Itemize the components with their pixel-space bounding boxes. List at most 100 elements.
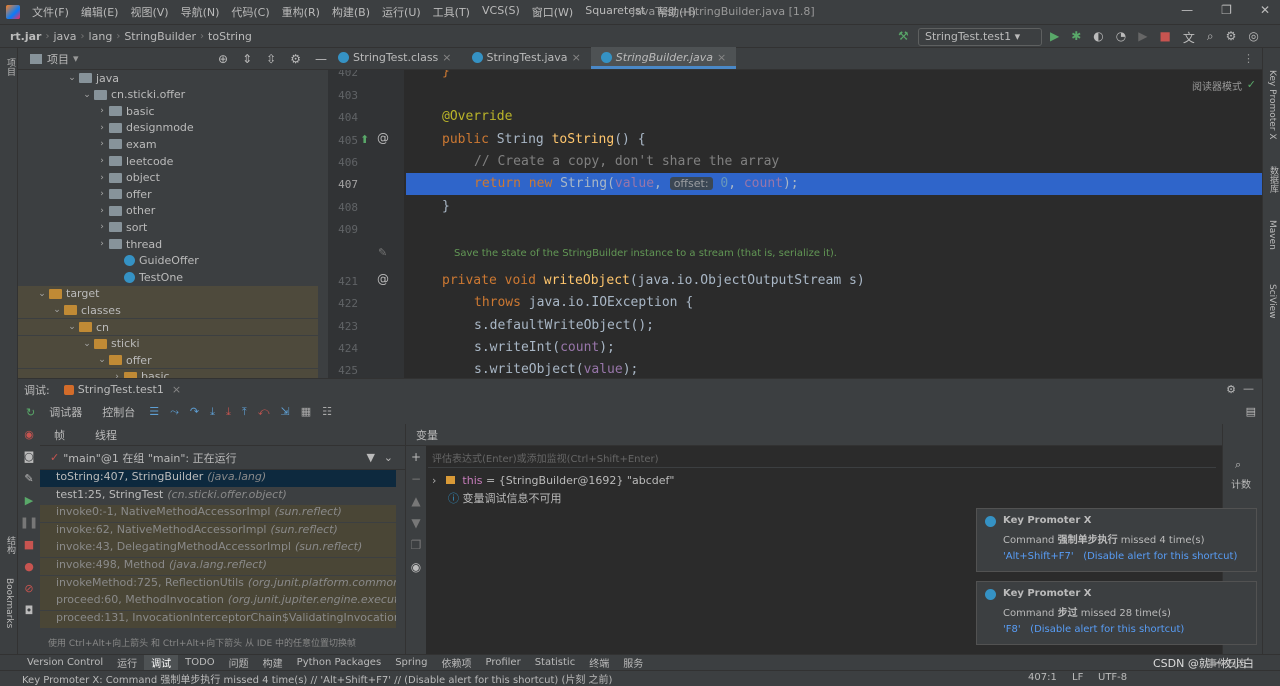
tree-item[interactable]: › sort [18, 219, 318, 235]
tree-item[interactable]: › offer [18, 186, 318, 202]
tree-item[interactable]: › basic [18, 368, 318, 378]
menu-item-4[interactable]: 代码(C) [225, 4, 275, 20]
stack-frame[interactable]: proceed:131, InvocationInterceptorChain$… [40, 610, 396, 628]
chevron-down-icon[interactable]: ⌄ [82, 339, 92, 349]
filter-icon[interactable]: ▼ [367, 451, 375, 464]
step-out-icon[interactable]: ⤒ [242, 405, 247, 419]
stack-frame[interactable]: invoke:62, NativeMethodAccessorImpl (sun.… [40, 522, 396, 540]
tool-sciview[interactable]: SciView [1267, 284, 1277, 319]
status-line-sep[interactable]: LF [1072, 672, 1083, 683]
chevron-right-icon[interactable]: › [97, 156, 107, 166]
restore-icon[interactable]: ❐ [1221, 3, 1232, 17]
tree-item[interactable]: TestOne [18, 269, 318, 285]
tab-debugger[interactable]: 调试器 [49, 404, 82, 420]
chevron-down-icon[interactable]: ⌄ [97, 355, 107, 365]
bottom-tool-3[interactable]: TODO [178, 657, 222, 668]
bottom-tool-11[interactable]: 终端 [582, 655, 616, 670]
jetbrains-icon[interactable]: ◎ [1248, 29, 1258, 46]
tree-item[interactable]: › object [18, 170, 318, 186]
override-icon[interactable]: ⬆ [360, 133, 369, 146]
bottom-tool-0[interactable]: Version Control [20, 657, 110, 668]
drop-frame-icon[interactable]: ⤺ [258, 405, 270, 419]
thread-selector[interactable]: ✓ "main"@1 在组 "main": 正在运行 ▼ ⌄ [40, 446, 405, 470]
bottom-tool-2[interactable]: 调试 [144, 655, 179, 670]
translate-icon[interactable]: 文 [1183, 29, 1195, 46]
chevron-right-icon[interactable]: › [97, 206, 107, 216]
bottom-tool-10[interactable]: Statistic [528, 657, 583, 668]
tree-item[interactable]: ⌄ java [18, 70, 318, 86]
tree-item[interactable]: ⌄ cn.sticki.offer [18, 87, 318, 103]
bottom-tool-4[interactable]: 问题 [222, 655, 256, 670]
var-this-row[interactable]: › this = {StringBuilder@1692} "abcdef" [432, 474, 674, 487]
bottom-tool-9[interactable]: Profiler [478, 657, 527, 668]
editor-tab[interactable]: StringTest.class × [328, 47, 462, 69]
chevron-down-icon[interactable]: ⌄ [82, 90, 92, 100]
project-title[interactable]: 项目 [47, 51, 69, 67]
bottom-tool-7[interactable]: Spring [388, 657, 434, 668]
menu-item-2[interactable]: 视图(V) [124, 4, 174, 20]
chevron-down-icon[interactable]: ▾ [73, 52, 79, 65]
code-editor[interactable]: 402 403 404 405 406 407 408 409 421 422 423 424 425 … [328, 70, 1262, 378]
stack-frame[interactable]: proceed:60, MethodInvocation (org.junit.j… [40, 593, 396, 611]
gear-icon[interactable]: ⚙ [1226, 383, 1236, 396]
menu-item-0[interactable]: 文件(F) [26, 4, 75, 20]
chevron-right-icon[interactable]: › [97, 222, 107, 232]
menu-item-3[interactable]: 导航(N) [175, 4, 226, 20]
chevron-right-icon[interactable]: › [432, 474, 436, 487]
editor-tab[interactable]: StringBuilder.java × [590, 47, 737, 69]
coverage-icon[interactable]: ◐ [1093, 29, 1103, 46]
run-to-cursor-icon[interactable]: ⇲ [281, 405, 290, 419]
expand-all-icon[interactable]: ⇕ [242, 52, 252, 66]
menu-item-6[interactable]: 构建(B) [326, 4, 376, 20]
event-log[interactable]: 事件日志 [1207, 655, 1247, 670]
rerun-icon[interactable]: ↻ [26, 406, 35, 419]
chevron-right-icon[interactable]: › [97, 189, 107, 199]
rerun-failed-icon[interactable]: ◉ [24, 428, 34, 441]
stack-frame[interactable]: invoke0:-1, NativeMethodAccessorImpl (sun… [40, 505, 396, 523]
chevron-down-icon[interactable]: ⌄ [67, 322, 77, 332]
menu-item-10[interactable]: 窗口(W) [526, 4, 579, 20]
wrench-icon[interactable]: ✎ [24, 472, 33, 485]
tab-frames[interactable]: 帧 [54, 427, 65, 443]
status-encoding[interactable]: UTF-8 [1098, 672, 1127, 683]
bottom-tool-8[interactable]: 依赖项 [434, 655, 478, 670]
tree-item[interactable]: › thread [18, 236, 318, 252]
profile-icon[interactable]: ◔ [1116, 29, 1126, 46]
pause-icon[interactable]: ❚❚ [20, 516, 38, 529]
locate-icon[interactable]: ⊕ [218, 52, 228, 66]
add-watch-icon[interactable]: + [411, 450, 421, 464]
camera-icon[interactable]: ◙ [24, 450, 35, 463]
status-message[interactable]: Key Promoter X: Command 强制单步执行 missed 4 … [22, 671, 612, 686]
menu-item-7[interactable]: 运行(U) [376, 4, 427, 20]
tree-item[interactable]: ⌄ offer [18, 352, 318, 369]
close-icon[interactable]: × [172, 383, 181, 396]
copy-icon[interactable]: ❐ [411, 538, 422, 552]
close-icon[interactable]: ✕ [1260, 3, 1270, 17]
breadcrumb-java[interactable]: java [49, 30, 80, 43]
chevron-down-icon[interactable]: ⌄ [67, 73, 77, 83]
close-icon[interactable]: × [717, 51, 726, 64]
tool-key-promoter[interactable]: Key Promoter X [1267, 70, 1277, 140]
breadcrumb-method[interactable]: toString [204, 30, 256, 43]
chevron-right-icon[interactable]: › [97, 173, 107, 183]
chevron-right-icon[interactable]: › [97, 239, 107, 249]
debug-session-tab[interactable]: StringTest.test1 [78, 383, 164, 396]
mute-breakpoints-icon[interactable]: ⊘ [24, 582, 33, 595]
tab-threads[interactable]: 线程 [95, 427, 117, 443]
tool-bookmarks[interactable]: Bookmarks [4, 578, 14, 628]
tree-item[interactable]: GuideOffer [18, 253, 318, 269]
disable-alert-link[interactable]: (Disable alert for this shortcut) [1083, 551, 1237, 562]
menu-item-9[interactable]: VCS(S) [476, 4, 526, 20]
bottom-tool-12[interactable]: 服务 [616, 655, 650, 670]
snapshot-icon[interactable]: ◘ [25, 604, 34, 617]
breakpoints-icon[interactable]: ● [24, 560, 34, 573]
chevron-right-icon[interactable]: › [97, 106, 107, 116]
breadcrumb-jar[interactable]: rt.jar [6, 30, 45, 43]
resume-icon[interactable]: ▶ [25, 494, 33, 507]
minimize-icon[interactable]: — [1181, 3, 1193, 17]
show-exec-point-icon[interactable]: ⤳ [170, 405, 179, 419]
hide-icon[interactable]: — [1243, 382, 1254, 395]
breadcrumb-class[interactable]: StringBuilder [120, 30, 200, 43]
chevron-down-icon[interactable]: ⌄ [384, 451, 393, 464]
stop-icon[interactable]: ■ [1160, 29, 1171, 46]
